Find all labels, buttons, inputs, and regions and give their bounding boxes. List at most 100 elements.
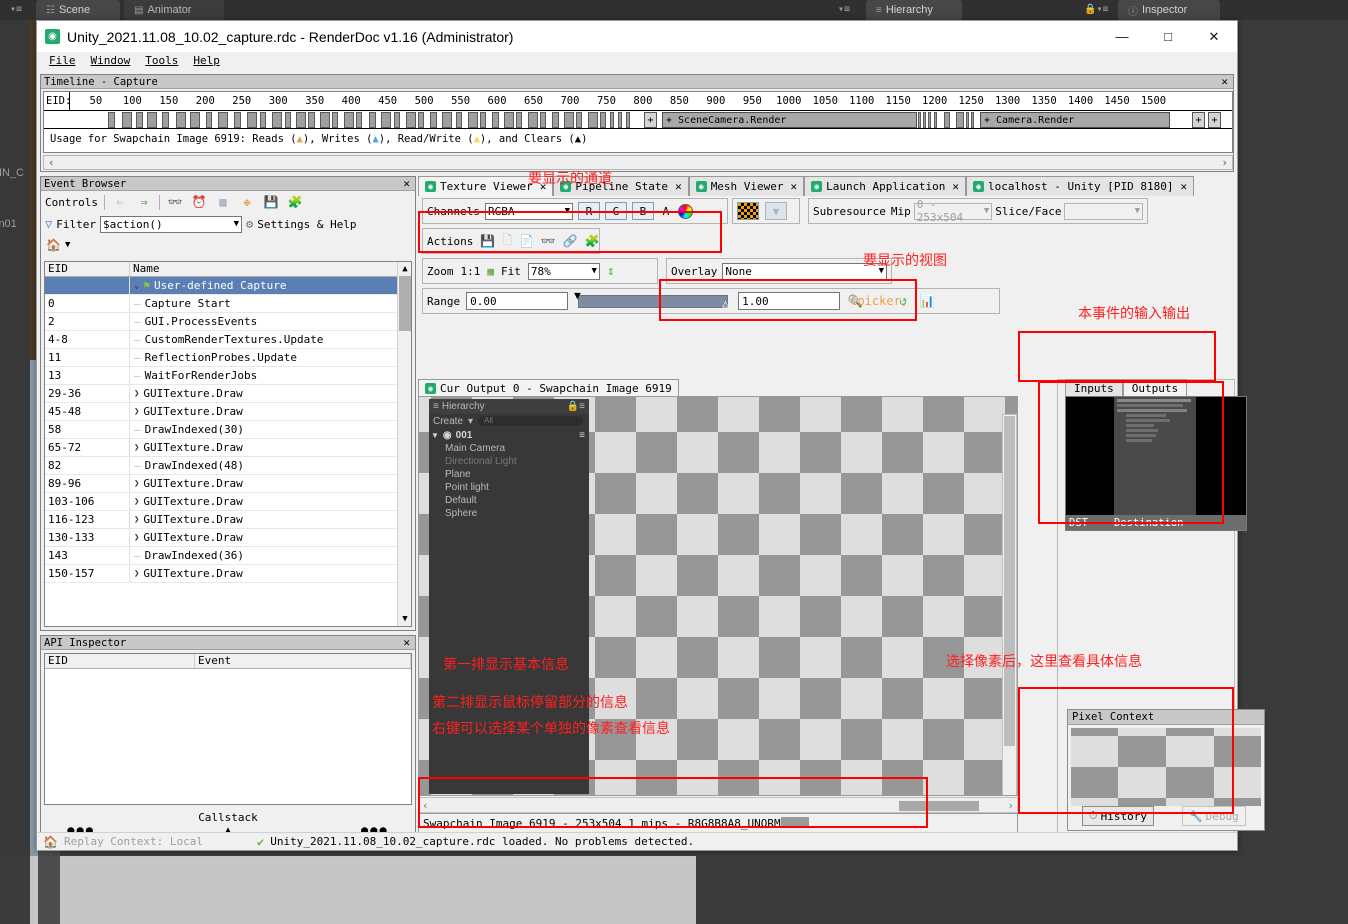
timeline-event-block[interactable] <box>247 112 257 128</box>
table-row[interactable]: 103-106 ❯ GUITexture.Draw <box>45 493 411 511</box>
timeline-event-block[interactable] <box>944 112 950 128</box>
table-row[interactable]: 82— DrawIndexed(48) <box>45 457 411 475</box>
scrollbar-thumb[interactable] <box>899 801 979 811</box>
open-icon[interactable]: 📄 <box>519 233 534 250</box>
menu-window[interactable]: Window <box>91 54 131 67</box>
timeline-event-block[interactable] <box>504 112 514 128</box>
scroll-down-icon[interactable]: ▼ <box>398 612 411 626</box>
timeline-hscrollbar[interactable]: ‹ › <box>43 155 1233 170</box>
timeline-event-block[interactable] <box>468 112 478 128</box>
table-row[interactable]: 0— Capture Start <box>45 295 411 313</box>
minimize-button[interactable]: — <box>1099 21 1145 52</box>
chevron-down-icon[interactable]: ▼ <box>65 240 70 250</box>
channel-r-button[interactable]: R <box>577 202 600 220</box>
pin-icon[interactable]: 🔗 <box>563 233 578 250</box>
puzzle-icon[interactable]: 🧩 <box>286 194 304 211</box>
unity-tab-scene[interactable]: ☷ Scene <box>36 0 120 20</box>
expander-icon[interactable]: ❯ <box>134 533 139 543</box>
table-row[interactable]: 116-123 ❯ GUITexture.Draw <box>45 511 411 529</box>
timeline-event-block[interactable] <box>176 112 186 128</box>
timeline-event-block[interactable] <box>923 112 926 128</box>
close-icon[interactable]: ✕ <box>791 180 798 193</box>
timer-icon[interactable]: ⏰ <box>190 194 208 211</box>
tab-mesh-viewer[interactable]: ◉ Mesh Viewer ✕ <box>688 176 805 196</box>
range-max-input[interactable]: 1.00 <box>738 292 841 310</box>
texture-vscrollbar[interactable] <box>1002 414 1017 795</box>
api-inspector-close-icon[interactable]: ✕ <box>401 636 412 649</box>
forward-icon[interactable]: ⇒ <box>135 194 153 211</box>
bar-chart-icon[interactable]: ▩ <box>214 194 232 211</box>
unity-hierarchy-menu-icon[interactable]: ▾≡ <box>838 4 850 15</box>
expander-icon[interactable]: ❯ <box>134 515 139 525</box>
timeline-group-scenecamera[interactable]: + SceneCamera.Render <box>662 112 917 128</box>
mip-select[interactable]: 0 - 253x504 ▼ <box>913 198 993 224</box>
expander-icon[interactable]: ❯ <box>134 497 139 507</box>
timeline-event-block[interactable] <box>108 112 115 128</box>
binoculars-icon[interactable]: 👓 <box>166 194 184 211</box>
timeline-event-block[interactable] <box>344 112 354 128</box>
pixel-context-canvas[interactable] <box>1071 728 1261 806</box>
maximize-button[interactable]: □ <box>1145 21 1191 52</box>
timeline-event-block[interactable] <box>260 112 266 128</box>
timeline-event-block[interactable] <box>934 112 937 128</box>
timeline-event-block[interactable] <box>610 112 614 128</box>
close-icon[interactable]: ✕ <box>952 180 959 193</box>
timeline-body[interactable]: EID: 50 100 150 200 250 300 350 400 450 500 550 600… <box>43 91 1233 153</box>
timeline-event-block[interactable] <box>600 112 606 128</box>
fit-icon[interactable]: ▦ <box>487 265 494 278</box>
range-min-input[interactable]: 0.00 <box>466 292 569 310</box>
copy-icon[interactable]: 🗋 <box>502 233 512 250</box>
histogram-icon[interactable]: 📊 <box>918 293 936 310</box>
close-icon[interactable]: ✕ <box>1180 180 1187 193</box>
scroll-right-icon[interactable]: › <box>1007 799 1014 812</box>
history-button[interactable]: ⏱ History <box>1082 806 1154 826</box>
table-row[interactable]: 11— ReflectionProbes.Update <box>45 349 411 367</box>
timeline-event-block[interactable] <box>206 112 212 128</box>
unity-tab-animator[interactable]: ▤ Animator <box>124 0 224 20</box>
fit-label[interactable]: Fit <box>501 265 521 278</box>
asterisk-icon[interactable]: ❉ <box>238 194 256 211</box>
chevron-down-icon[interactable]: ▼ <box>587 266 596 276</box>
timeline-event-block[interactable] <box>492 112 499 128</box>
scrollbar-thumb[interactable] <box>399 276 411 331</box>
texture-output-tab[interactable]: ◉ Cur Output 0 - Swapchain Image 6919 <box>418 379 679 397</box>
range-max-handle[interactable]: △ <box>722 297 729 310</box>
timeline-event-block[interactable] <box>540 112 546 128</box>
table-row[interactable]: 65-72 ❯ GUITexture.Draw <box>45 439 411 457</box>
timeline-event-block[interactable] <box>356 112 362 128</box>
timeline-event-block[interactable] <box>320 112 330 128</box>
channels-select[interactable]: RGBA ▼ <box>484 202 573 220</box>
checkerboard-icon[interactable] <box>737 202 759 220</box>
table-row[interactable]: 150-157 ❯ GUITexture.Draw <box>45 565 411 583</box>
close-button[interactable]: ✕ <box>1191 21 1237 52</box>
timeline-expand-button[interactable]: + <box>644 112 657 128</box>
timeline-event-block[interactable] <box>394 112 400 128</box>
table-row[interactable]: 29-36 ❯ GUITexture.Draw <box>45 385 411 403</box>
table-row[interactable]: 89-96 ❯ GUITexture.Draw <box>45 475 411 493</box>
timeline-event-block[interactable] <box>147 112 157 128</box>
timeline-event-bars[interactable]: + + SceneCamera.Render + Camera.Render + + <box>44 111 1232 129</box>
timeline-event-block[interactable] <box>588 112 598 128</box>
table-row[interactable]: ⌄ ⚑ User-defined Capture <box>45 277 411 295</box>
timeline-event-block[interactable] <box>234 112 241 128</box>
timeline-event-block[interactable] <box>122 112 132 128</box>
zoom-select[interactable]: 78% ▼ <box>527 262 600 280</box>
debug-button[interactable]: 🔧 Debug <box>1181 806 1246 826</box>
timeline-group-camera[interactable]: + Camera.Render <box>980 112 1170 128</box>
timeline-event-block[interactable] <box>456 112 462 128</box>
range-slider[interactable]: ▼ △ <box>574 289 732 310</box>
timeline-expand-button[interactable]: + <box>1208 112 1221 128</box>
chevron-down-icon[interactable]: ▼ <box>980 206 989 216</box>
table-row[interactable]: 13— WaitForRenderJobs <box>45 367 411 385</box>
background-color-button[interactable]: ▼ <box>765 202 787 220</box>
table-row[interactable]: 143— DrawIndexed(36) <box>45 547 411 565</box>
unity-tab-hierarchy[interactable]: ≡ Hierarchy <box>866 0 962 20</box>
menu-file[interactable]: File <box>49 54 76 67</box>
timeline-close-icon[interactable]: ✕ <box>1219 75 1230 88</box>
timeline-event-block[interactable] <box>308 112 315 128</box>
timeline-event-block[interactable] <box>971 112 974 128</box>
chevron-down-icon[interactable]: ▼ <box>1131 206 1140 216</box>
tab-outputs[interactable]: Outputs <box>1122 379 1188 397</box>
timeline-event-block[interactable] <box>418 112 424 128</box>
timeline-event-block[interactable] <box>626 112 630 128</box>
